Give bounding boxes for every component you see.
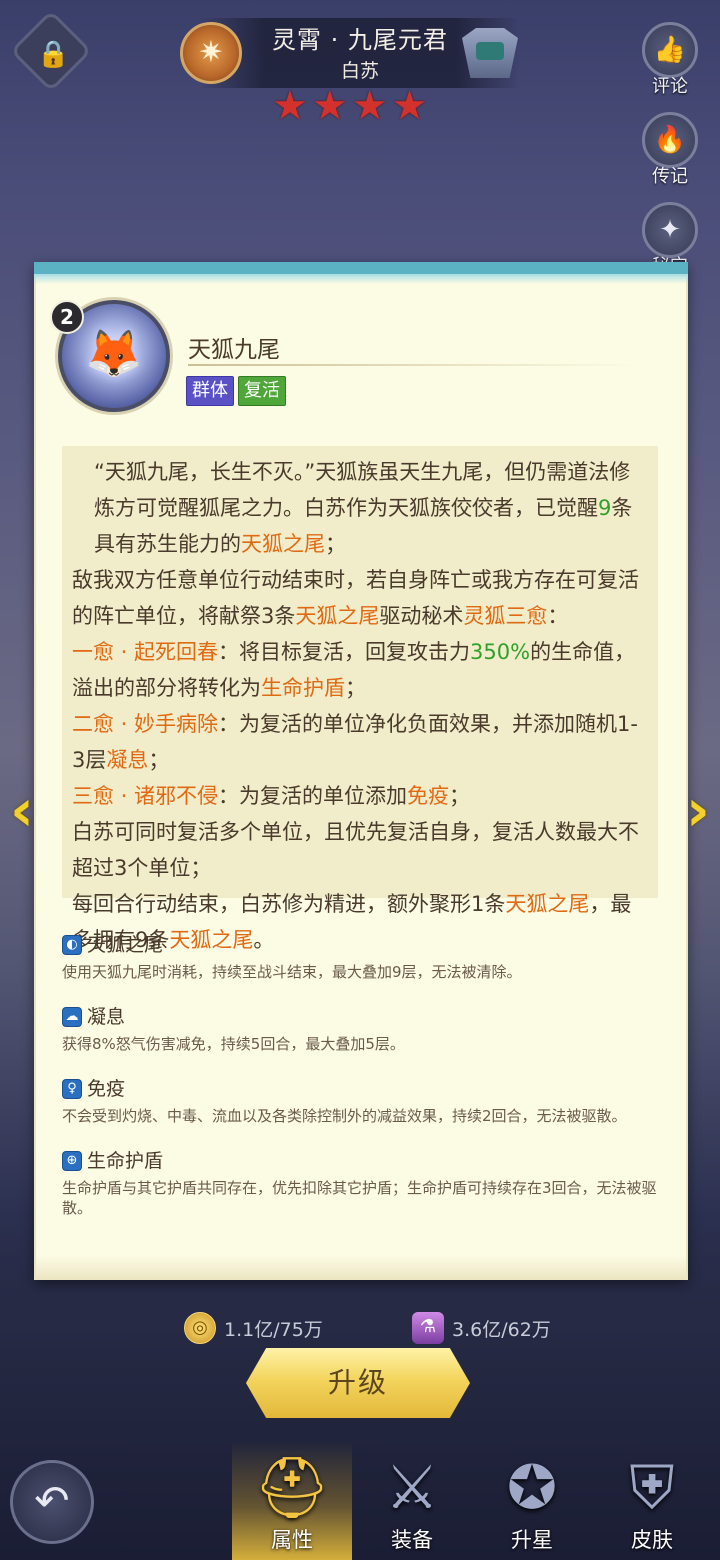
desc-paragraph: 敌我双方任意单位行动结束时，若自身阵亡或我方存在可复活的阵亡单位，将献祭3条天狐… xyxy=(72,568,639,628)
nav-label: 装备 xyxy=(391,1528,433,1552)
thumbs-up-card-icon: 👍 xyxy=(642,22,698,78)
desc-paragraph: 三愈 · 诸邪不侵：为复活的单位添加免疫； xyxy=(72,784,471,808)
skill-name: 天狐九尾 xyxy=(188,337,280,363)
armor-icon: ⛨ xyxy=(629,1453,675,1523)
desc-paragraph: “天狐九尾，长生不灭。”天狐族虽天生九尾，但仍需道法修炼方可觉醒狐尾之力。白苏作… xyxy=(94,460,633,556)
next-skill-arrow-icon[interactable]: › xyxy=(676,780,720,840)
desc-paragraph: 白苏可同时复活多个单位，且优先复活自身，复活人数最大不超过3个单位； xyxy=(72,820,639,880)
nine-tail-fox-icon: 🦊 xyxy=(85,326,143,380)
desc-paragraph: 二愈 · 妙手病除：为复活的单位净化负面效果，并添加随机1-3层凝息； xyxy=(72,712,638,772)
side-button-label: 评论 xyxy=(652,76,688,97)
nav-tab-star-up[interactable]: ✪ 升星 xyxy=(472,1440,592,1560)
book-fire-icon: 🔥 xyxy=(642,112,698,168)
ghost-breath-icon: ☁ xyxy=(62,1007,82,1027)
side-button-comment[interactable]: 👍 评论 xyxy=(638,22,702,98)
upgrade-button[interactable]: 升级 xyxy=(246,1348,470,1418)
helmet-icon: ⛑ xyxy=(253,1453,331,1523)
note-body: 不会受到灼烧、中毒、流血以及各类除控制外的减益效果，持续2回合，无法被驱散。 xyxy=(62,1107,627,1125)
compass-star-icon: ✦ xyxy=(642,202,698,258)
immunity-person-icon: ♀ xyxy=(62,1079,82,1099)
star-icon: ★ xyxy=(311,83,348,129)
note-breath: ☁ 凝息 获得8%怒气伤害减免，持续5回合，最大叠加5层。 xyxy=(62,1004,662,1054)
note-life-shield: ⊕ 生命护盾 生命护盾与其它护盾共同存在，优先扣除其它护盾；生命护盾可持续存在3回… xyxy=(62,1148,662,1218)
back-arrow-icon: ↶ xyxy=(34,1476,70,1525)
skill-description: “天狐九尾，长生不灭。”天狐族虽天生九尾，但仍需道法修炼方可觉醒狐尾之力。白苏作… xyxy=(62,446,658,952)
note-title: 生命护盾 xyxy=(87,1150,164,1172)
nav-tab-equipment[interactable]: ⚔ 装备 xyxy=(352,1440,472,1560)
star-icon: ★ xyxy=(391,83,428,129)
prev-skill-arrow-icon[interactable]: ‹ xyxy=(0,780,44,840)
gold-coin-icon: ◎ xyxy=(184,1312,216,1344)
potion-icon: ⚗ xyxy=(412,1312,444,1344)
nav-label: 升星 xyxy=(511,1528,553,1552)
nav-label: 属性 xyxy=(271,1528,313,1552)
effect-notes: ◐ 天狐之尾 使用天狐九尾时消耗，持续至战斗结束，最大叠加9层，无法被清除。 ☁ 凝… xyxy=(62,932,662,1240)
star-rating: ★ ★ ★ ★ xyxy=(272,86,427,126)
star-icon: ★ xyxy=(351,83,388,129)
note-body: 获得8%怒气伤害减免，持续5回合，最大叠加5层。 xyxy=(62,1035,405,1053)
star-icon: ★ xyxy=(272,83,308,129)
note-title: 凝息 xyxy=(87,1006,126,1028)
note-title: 天狐之尾 xyxy=(87,934,164,956)
lock-icon: 🔒 xyxy=(37,39,70,70)
note-title: 免疫 xyxy=(87,1078,126,1100)
shield-cross-icon: ⊕ xyxy=(62,1151,82,1171)
note-body: 使用天狐九尾时消耗，持续至战斗结束，最大叠加9层，无法被清除。 xyxy=(62,963,522,981)
tag-revive: 复活 xyxy=(238,376,286,406)
star-badge-icon: ✪ xyxy=(506,1453,558,1523)
panel-bottom-decoration xyxy=(34,1256,688,1280)
note-body: 生命护盾与其它护盾共同存在，优先扣除其它护盾；生命护盾可持续存在3回合，无法被驱… xyxy=(62,1179,657,1217)
side-button-label: 传记 xyxy=(652,166,688,187)
desc-paragraph: 一愈 · 起死回春：将目标复活，回复攻击力350%的生命值，溢出的部分将转化为生… xyxy=(72,640,636,700)
exp-cost-value: 3.6亿/62万 xyxy=(452,1318,551,1341)
faction-emblem-icon[interactable]: ✷ xyxy=(180,22,242,84)
back-button[interactable]: ↶ xyxy=(10,1460,94,1544)
exp-cost: ⚗ 3.6亿/62万 xyxy=(412,1312,551,1344)
swords-icon: ⚔ xyxy=(385,1453,439,1523)
hero-name: 白苏 xyxy=(340,60,379,82)
skill-detail-panel: 2 🦊 天狐九尾 群体 复活 “天狐九尾，长生不灭。”天狐族虽天生九尾，但仍需道… xyxy=(34,262,688,1280)
side-button-biography[interactable]: 🔥 传记 xyxy=(638,112,702,188)
gold-cost: ◎ 1.1亿/75万 xyxy=(184,1312,323,1344)
gold-cost-value: 1.1亿/75万 xyxy=(224,1318,323,1341)
lock-button[interactable]: 🔒 xyxy=(9,9,93,93)
divider xyxy=(188,364,638,366)
nav-tab-skin[interactable]: ⛨ 皮肤 xyxy=(592,1440,712,1560)
skill-tags: 群体 复活 xyxy=(186,376,286,406)
note-fox-tail: ◐ 天狐之尾 使用天狐九尾时消耗，持续至战斗结束，最大叠加9层，无法被清除。 xyxy=(62,932,662,982)
skill-level-badge: 2 xyxy=(50,300,84,334)
top-bar: 🔒 ✷ 灵霄 · 九尾元君 白苏 ★ ★ ★ ★ xyxy=(0,0,720,140)
fox-tail-icon: ◐ xyxy=(62,935,82,955)
tag-group: 群体 xyxy=(186,376,234,406)
note-immunity: ♀ 免疫 不会受到灼烧、中毒、流血以及各类除控制外的减益效果，持续2回合，无法被驱… xyxy=(62,1076,662,1126)
hero-title: 灵霄 · 九尾元君 xyxy=(272,26,448,54)
nav-label: 皮肤 xyxy=(631,1528,673,1552)
nav-tab-attributes[interactable]: ⛑ 属性 xyxy=(232,1440,352,1560)
